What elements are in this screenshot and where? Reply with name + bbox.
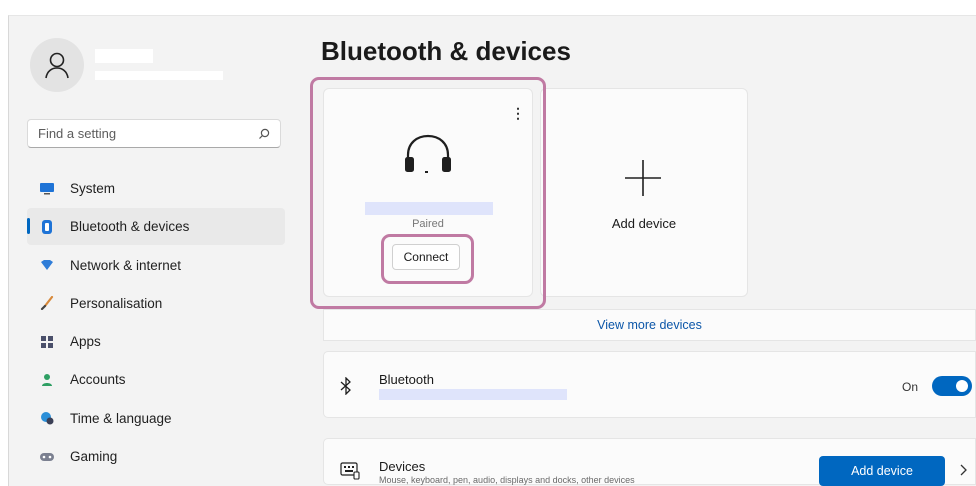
keyboard-devices-icon: [340, 462, 360, 480]
search-placeholder: Find a setting: [38, 126, 117, 141]
sidebar-item-bluetooth-devices[interactable]: Bluetooth & devices: [27, 208, 285, 246]
bluetooth-label: Bluetooth: [379, 372, 434, 387]
sidebar-item-label: System: [70, 181, 116, 196]
selection-indicator: [27, 218, 30, 235]
monitor-icon: [38, 180, 56, 198]
device-name-redacted: [365, 202, 493, 215]
wifi-diamond-icon: [38, 256, 56, 274]
toggle-state-label: On: [902, 380, 919, 394]
sidebar-item-label: Gaming: [70, 449, 118, 465]
search-icon: [259, 128, 270, 139]
add-device-label: Add device: [611, 216, 677, 231]
avatar[interactable]: [30, 38, 84, 92]
globe-clock-icon: [38, 409, 56, 427]
sidebar-item-accounts[interactable]: Accounts: [27, 361, 285, 398]
plus-icon: [625, 160, 661, 196]
brush-icon: [38, 294, 56, 312]
connect-button[interactable]: Connect: [392, 244, 460, 270]
sidebar-item-personalisation[interactable]: Personalisation: [27, 285, 285, 322]
person-icon: [38, 371, 56, 389]
device-card[interactable]: ⋮ Paired Connect: [323, 88, 533, 297]
sidebar-item-label: Network & internet: [70, 257, 182, 273]
headphones-icon: [405, 134, 451, 173]
person-icon: [45, 52, 69, 79]
add-device-button[interactable]: Add device: [819, 456, 945, 486]
bluetooth-row[interactable]: Bluetooth On: [323, 351, 976, 418]
sidebar-item-label: Time & language: [70, 410, 172, 426]
sidebar-item-time-language[interactable]: Time & language: [27, 400, 285, 437]
devices-row[interactable]: Devices Mouse, keyboard, pen, audio, dis…: [323, 438, 976, 486]
bluetooth-devices-icon: [38, 218, 56, 236]
sidebar-item-network[interactable]: Network & internet: [27, 247, 285, 284]
sidebar-item-label: Apps: [70, 334, 101, 350]
account-name-redacted: [95, 49, 153, 63]
apps-icon: [38, 333, 56, 351]
devices-description: Mouse, keyboard, pen, audio, displays an…: [379, 475, 635, 485]
page-title: Bluetooth & devices: [321, 36, 571, 66]
sidebar-item-label: Accounts: [70, 372, 126, 388]
controller-icon: [38, 448, 56, 466]
bluetooth-name-redacted: [379, 389, 567, 400]
sidebar-item-label: Personalisation: [70, 295, 163, 311]
sidebar-nav: System Bluetooth & devices Network & int…: [27, 170, 285, 476]
sidebar-item-label: Bluetooth & devices: [70, 219, 190, 235]
account-email-redacted: [95, 71, 223, 80]
sidebar-item-system[interactable]: System: [27, 170, 285, 207]
device-status: Paired: [412, 218, 444, 229]
bluetooth-toggle[interactable]: [932, 376, 972, 396]
view-more-devices-link[interactable]: View more devices: [323, 309, 976, 341]
search-input[interactable]: Find a setting: [27, 119, 281, 148]
toggle-knob: [956, 380, 968, 392]
chevron-right-icon[interactable]: [959, 464, 967, 476]
bluetooth-icon: [340, 377, 351, 395]
more-vertical-icon[interactable]: ⋮: [511, 105, 525, 122]
sidebar-item-apps[interactable]: Apps: [27, 323, 285, 360]
add-device-card[interactable]: Add device: [540, 88, 748, 297]
devices-label: Devices: [379, 459, 426, 474]
sidebar-item-gaming[interactable]: Gaming: [27, 438, 285, 475]
